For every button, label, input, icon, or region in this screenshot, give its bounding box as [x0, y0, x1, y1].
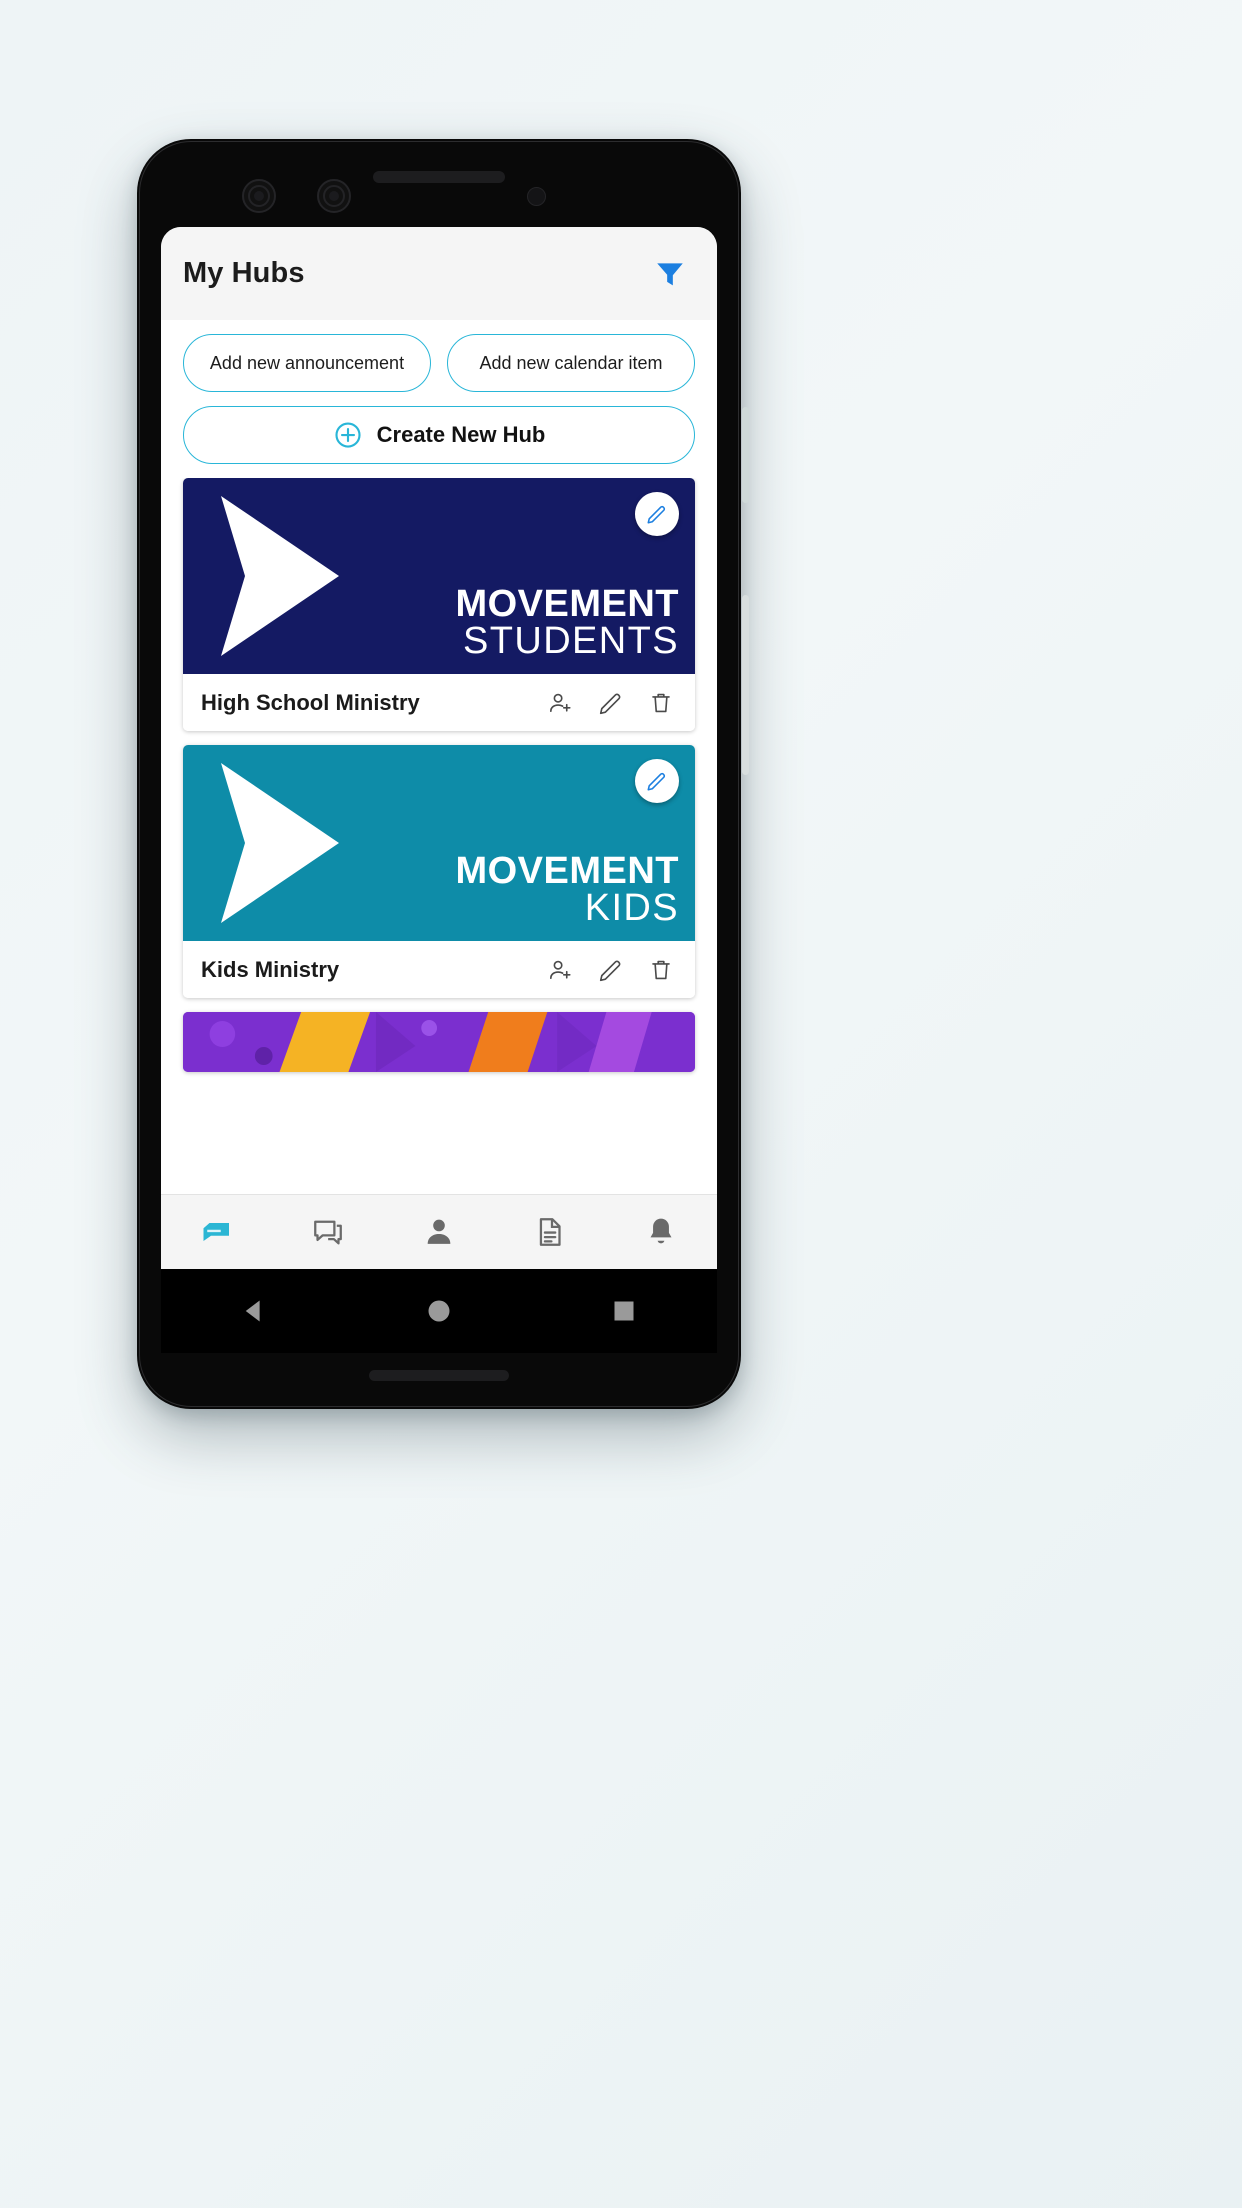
banner-line-2: STUDENTS	[463, 619, 679, 662]
android-back[interactable]	[237, 1294, 271, 1328]
pencil-icon	[647, 772, 666, 791]
nav-hubs[interactable]	[161, 1195, 272, 1269]
hub-icon	[203, 1223, 229, 1241]
hub-banner	[183, 1012, 695, 1072]
android-system-nav	[161, 1269, 717, 1353]
trash-icon[interactable]	[647, 956, 675, 984]
add-new-announcement-button[interactable]: Add new announcement	[183, 334, 431, 392]
movement-arrow-logo	[221, 763, 339, 923]
hub-card-footer: Kids Ministry	[183, 941, 695, 998]
plus-circle-icon	[333, 420, 363, 450]
banner-line-1: MOVEMENT	[455, 849, 679, 892]
hub-banner-text: MOVEMENT KIDS	[455, 849, 679, 929]
document-icon	[540, 1218, 561, 1246]
hub-card[interactable]	[183, 1012, 695, 1072]
hub-banner-text: MOVEMENT STUDENTS	[455, 582, 679, 662]
pencil-icon	[647, 505, 666, 524]
create-new-hub-button[interactable]: Create New Hub	[183, 406, 695, 464]
nav-documents[interactable]	[495, 1195, 606, 1269]
create-new-hub-label: Create New Hub	[376, 422, 546, 447]
bell-icon	[650, 1218, 672, 1244]
app-screen: My Hubs Add new announcement Add new cal…	[161, 227, 717, 1269]
nav-profile[interactable]	[383, 1195, 494, 1269]
bottom-navigation	[161, 1194, 717, 1269]
pencil-icon[interactable]	[597, 689, 625, 717]
back-triangle-icon	[245, 1300, 260, 1322]
scrollbar-lower[interactable]	[742, 595, 749, 775]
hub-name: High School Ministry	[201, 689, 420, 715]
nav-messages[interactable]	[272, 1195, 383, 1269]
home-circle-icon	[428, 1300, 450, 1322]
hub-name: Kids Ministry	[201, 956, 340, 982]
edit-hub-fab[interactable]	[635, 492, 679, 536]
person-icon	[427, 1219, 451, 1244]
android-recents[interactable]	[607, 1294, 641, 1328]
quick-action-row: Add new announcement Add new calendar it…	[161, 320, 717, 392]
sensor-dot	[527, 187, 546, 206]
hub-card-footer: High School Ministry	[183, 674, 695, 731]
nav-notifications[interactable]	[606, 1195, 717, 1269]
hub-actions	[547, 689, 675, 717]
confetti-pattern	[183, 1012, 695, 1072]
hub-actions	[547, 956, 675, 984]
hub-card-list[interactable]: MOVEMENT STUDENTS High School Ministry M…	[161, 478, 717, 1194]
add-person-icon[interactable]	[547, 956, 575, 984]
chat-icon	[313, 1220, 342, 1245]
page-title: My Hubs	[183, 257, 305, 289]
hub-card[interactable]: MOVEMENT KIDS Kids Ministry	[183, 745, 695, 998]
scrollbar-upper[interactable]	[742, 407, 749, 503]
android-home[interactable]	[422, 1294, 456, 1328]
pencil-icon[interactable]	[597, 956, 625, 984]
phone-device: My Hubs Add new announcement Add new cal…	[137, 139, 749, 1409]
edit-hub-fab[interactable]	[635, 759, 679, 803]
earpiece-speaker	[373, 171, 505, 183]
app-header: My Hubs	[161, 227, 717, 320]
movement-arrow-logo	[221, 496, 339, 656]
front-camera-right	[317, 179, 351, 213]
hub-banner: MOVEMENT STUDENTS	[183, 478, 695, 674]
hub-card[interactable]: MOVEMENT STUDENTS High School Ministry	[183, 478, 695, 731]
recents-square-icon	[614, 1301, 634, 1321]
bottom-speaker	[369, 1370, 509, 1381]
filter-icon[interactable]	[647, 251, 693, 297]
banner-line-2: KIDS	[584, 886, 679, 929]
banner-line-1: MOVEMENT	[455, 582, 679, 625]
create-hub-row: Create New Hub	[161, 392, 717, 478]
hub-banner: MOVEMENT KIDS	[183, 745, 695, 941]
trash-icon[interactable]	[647, 689, 675, 717]
add-new-calendar-item-button[interactable]: Add new calendar item	[447, 334, 695, 392]
add-person-icon[interactable]	[547, 689, 575, 717]
front-camera-left	[242, 179, 276, 213]
